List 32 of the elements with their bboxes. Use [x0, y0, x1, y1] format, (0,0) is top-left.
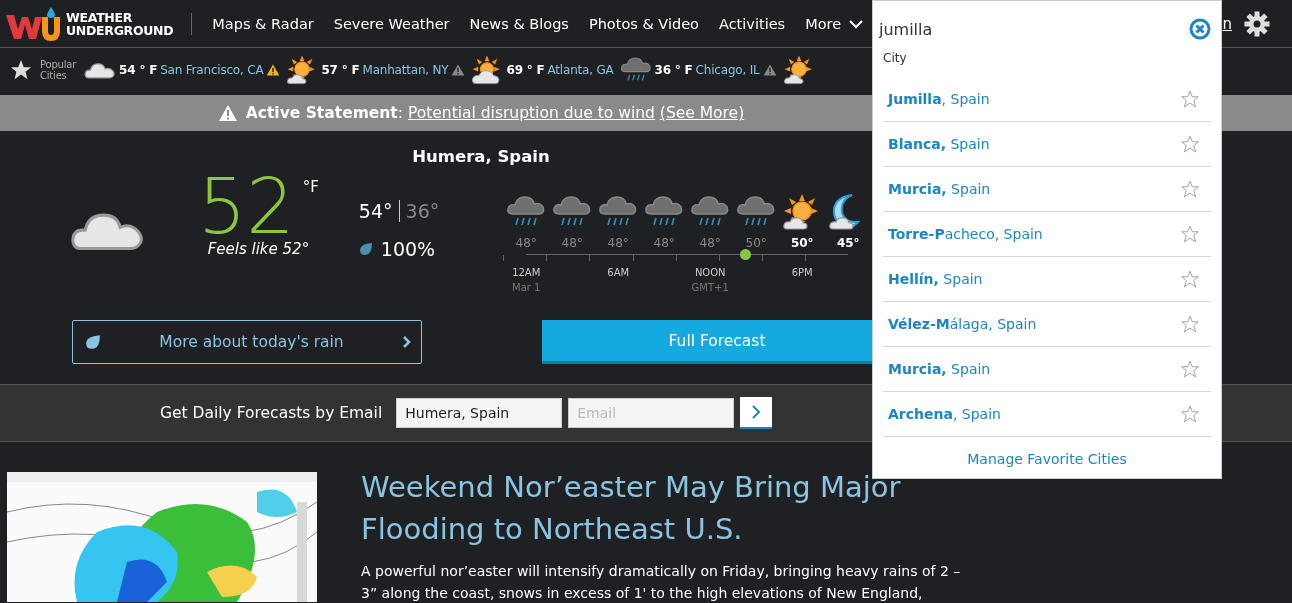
ticker-label: Popular	[40, 59, 77, 70]
city-temperature: 54 ° F	[119, 63, 158, 77]
time-label: NOON	[694, 267, 726, 278]
logo-wordmark: WEATHER	[66, 10, 134, 24]
precip-chance: 100%	[380, 238, 436, 260]
email-signup-label: Get Daily Forecasts by Email	[160, 404, 383, 422]
date-label: Mar 1	[512, 282, 541, 293]
hour-temperature: 48°	[699, 236, 721, 250]
feels-like: Feels like 52°	[207, 240, 310, 258]
hour-temperature: 48°	[561, 236, 583, 250]
low-temperature: 36°	[404, 200, 440, 222]
section-label: City	[883, 51, 908, 65]
location-title: Humera, Spain	[411, 147, 551, 166]
hour-temperature: 48°	[653, 236, 675, 250]
time-label: 12AM	[512, 267, 541, 278]
logo-wordmark: UNDERGROUND	[66, 23, 174, 37]
hour-temperature: 48°	[515, 236, 537, 250]
temperature-unit: °F	[302, 178, 319, 196]
city-temperature: 36 ° F	[654, 63, 693, 77]
hour-temperature: 45°	[836, 236, 860, 250]
high-temperature: 54°	[358, 200, 400, 222]
hour-temperature: 50°	[745, 236, 767, 250]
time-label: 6PM	[791, 267, 813, 278]
ticker-label: Cities	[40, 70, 67, 81]
article-summary: A powerful nor’easter will intensify dramatically on Friday, bringing heavy rains of 2 – 3” along the coast, snows in excess of 1' to the high elevations of New England,	[361, 562, 961, 603]
date-label: GMT+1	[691, 282, 729, 293]
hour-temperature: 48°	[607, 236, 629, 250]
city-temperature: 69 ° F	[506, 63, 545, 77]
city-temperature: 57 ° F	[321, 63, 360, 77]
hour-temperature: 50°	[790, 236, 814, 250]
alert-text: Active Statement: Potential disruption due to wind (See More)	[245, 104, 745, 122]
time-label: 6AM	[607, 267, 630, 278]
